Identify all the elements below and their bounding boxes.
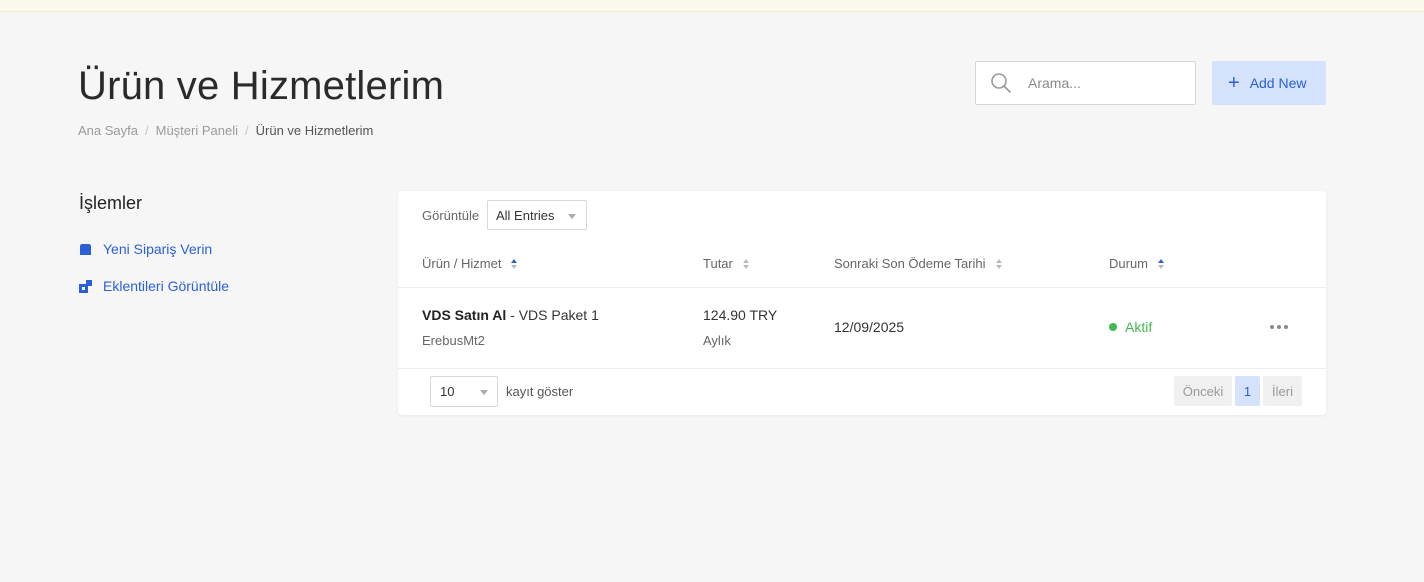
sort-icon: [995, 258, 1002, 269]
breadcrumb: Ana Sayfa / Müşteri Paneli / Ürün ve Hiz…: [78, 123, 373, 138]
page-length-select[interactable]: 10: [430, 376, 498, 407]
sidebar-item-new-order[interactable]: Yeni Sipariş Verin: [79, 241, 212, 257]
column-header-due-date[interactable]: Sonraki Son Ödeme Tarihi: [834, 256, 1002, 271]
page-title: Ürün ve Hizmetlerim: [78, 64, 445, 108]
sidebar-item-view-addons[interactable]: Eklentileri Görüntüle: [79, 278, 229, 294]
status-dot-icon: [1109, 323, 1117, 331]
sort-icon: [511, 258, 518, 269]
chevron-down-icon: [480, 390, 488, 395]
column-header-label: Sonraki Son Ödeme Tarihi: [834, 256, 986, 271]
pagination-prev-button[interactable]: Önceki: [1174, 376, 1232, 406]
chevron-down-icon: [568, 214, 576, 219]
product-group: VDS Satın Al: [422, 307, 507, 323]
plus-icon: +: [1228, 72, 1240, 94]
filter-selected-value: All Entries: [496, 207, 555, 223]
pagination-next-button[interactable]: İleri: [1263, 376, 1302, 406]
breadcrumb-client-area[interactable]: Müşteri Paneli: [156, 123, 238, 138]
column-header-amount[interactable]: Tutar: [703, 256, 749, 271]
status-badge: Aktif: [1109, 319, 1152, 335]
page-length-value: 10: [440, 384, 455, 399]
add-new-button[interactable]: + Add New: [1212, 61, 1326, 105]
column-header-label: Tutar: [703, 256, 733, 271]
table-divider: [398, 287, 1326, 288]
addons-icon: [79, 279, 92, 293]
product-name: VDS Satın Al - VDS Paket 1: [422, 307, 599, 323]
page-length-label: kayıt göster: [506, 384, 574, 399]
column-header-label: Ürün / Hizmet: [422, 256, 502, 271]
column-header-product[interactable]: Ürün / Hizmet: [422, 256, 518, 271]
pagination-page-1[interactable]: 1: [1235, 376, 1260, 406]
more-actions-icon[interactable]: [1270, 325, 1288, 329]
sidebar-title: İşlemler: [79, 193, 143, 213]
filter-select[interactable]: All Entries: [487, 200, 587, 230]
filter-label: Görüntüle: [422, 208, 480, 223]
status-label: Aktif: [1125, 319, 1153, 335]
column-header-label: Durum: [1109, 256, 1149, 271]
breadcrumb-home[interactable]: Ana Sayfa: [78, 123, 138, 138]
sort-icon: [1158, 258, 1165, 269]
add-new-label: Add New: [1249, 75, 1307, 91]
breadcrumb-current: Ürün ve Hizmetlerim: [255, 123, 374, 138]
sidebar-item-label: Yeni Sipariş Verin: [103, 241, 213, 257]
product-package: - VDS Paket 1: [506, 307, 599, 323]
column-header-status[interactable]: Durum: [1109, 256, 1165, 271]
billing-cycle: Aylık: [703, 333, 731, 348]
top-notice-bar: [0, 0, 1424, 12]
table-divider: [398, 368, 1326, 369]
sort-icon: [742, 258, 749, 269]
product-domain: ErebusMt2: [422, 333, 485, 348]
search-box[interactable]: [975, 61, 1196, 105]
breadcrumb-separator: /: [145, 123, 149, 138]
breadcrumb-separator: /: [245, 123, 249, 138]
search-icon: [991, 73, 1011, 93]
cart-icon: [80, 243, 91, 255]
services-table-card: Görüntüle All Entries Ürün / Hizmet Tuta…: [398, 191, 1326, 415]
due-date: 12/09/2025: [834, 319, 905, 335]
sidebar-item-label: Eklentileri Görüntüle: [103, 278, 230, 294]
search-input[interactable]: [1028, 75, 1178, 91]
amount: 124.90 TRY: [703, 307, 778, 323]
